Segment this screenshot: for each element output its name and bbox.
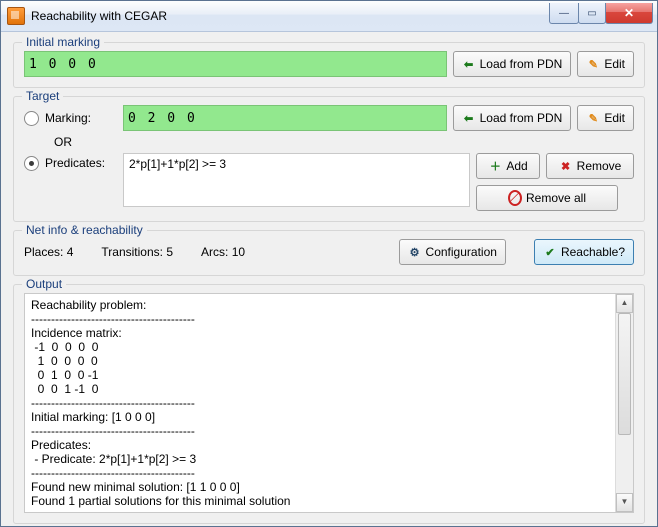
window-title: Reachability with CEGAR	[31, 9, 550, 23]
no-entry-icon: ／	[508, 191, 522, 205]
remove-predicate-button[interactable]: ✖ Remove	[546, 153, 634, 179]
transitions-label: Transitions: 5	[101, 245, 173, 259]
button-label: Reachable?	[561, 245, 625, 259]
scroll-down-icon[interactable]: ▼	[616, 493, 633, 512]
check-icon: ✔	[543, 245, 557, 259]
target-load-button[interactable]: ⬅ Load from PDN	[453, 105, 572, 131]
arrow-left-icon: ⬅	[462, 111, 476, 125]
predicates-label: Predicates:	[45, 156, 117, 170]
scroll-thumb[interactable]	[618, 313, 631, 435]
target-edit-button[interactable]: ✎ Edit	[577, 105, 634, 131]
button-label: Add	[506, 159, 527, 173]
configuration-button[interactable]: ⚙ Configuration	[399, 239, 506, 265]
plus-icon: ＋	[488, 159, 502, 173]
button-label: Configuration	[426, 245, 497, 259]
output-legend: Output	[22, 277, 66, 291]
marking-radio[interactable]	[24, 111, 39, 126]
maximize-button[interactable]: ▭	[578, 3, 606, 24]
predicates-radio[interactable]	[24, 156, 39, 171]
button-label: Load from PDN	[480, 111, 563, 125]
netinfo-legend: Net info & reachability	[22, 223, 147, 237]
button-label: Remove all	[526, 191, 586, 205]
window-controls: — ▭ ✕	[550, 3, 653, 23]
places-label: Places: 4	[24, 245, 73, 259]
pencil-icon: ✎	[586, 57, 600, 71]
marking-label: Marking:	[45, 111, 117, 125]
output-group: Output Reachability problem: -----------…	[13, 284, 645, 524]
app-window: Reachability with CEGAR — ▭ ✕ Initial ma…	[0, 0, 658, 527]
output-box: Reachability problem: ------------------…	[24, 293, 634, 513]
netinfo-group: Net info & reachability Places: 4 Transi…	[13, 230, 645, 276]
button-label: Load from PDN	[480, 57, 563, 71]
reachable-button[interactable]: ✔ Reachable?	[534, 239, 634, 265]
predicates-list[interactable]: 2*p[1]+1*p[2] >= 3	[123, 153, 470, 207]
arrow-left-icon: ⬅	[462, 57, 476, 71]
close-button[interactable]: ✕	[605, 3, 653, 24]
button-label: Edit	[604, 111, 625, 125]
add-predicate-button[interactable]: ＋ Add	[476, 153, 540, 179]
arcs-label: Arcs: 10	[201, 245, 245, 259]
pencil-icon: ✎	[586, 111, 600, 125]
output-scrollbar[interactable]: ▲ ▼	[615, 294, 633, 512]
initial-marking-field[interactable]: 1 0 0 0	[24, 51, 447, 77]
title-bar[interactable]: Reachability with CEGAR — ▭ ✕	[1, 1, 657, 32]
button-label: Remove	[577, 159, 622, 173]
client-area: Initial marking 1 0 0 0 ⬅ Load from PDN …	[1, 32, 657, 526]
or-label: OR	[54, 135, 634, 149]
initial-marking-group: Initial marking 1 0 0 0 ⬅ Load from PDN …	[13, 42, 645, 88]
wand-icon: ⚙	[408, 245, 422, 259]
target-marking-field[interactable]: 0 2 0 0	[123, 105, 447, 131]
output-text[interactable]: Reachability problem: ------------------…	[25, 294, 615, 512]
scroll-up-icon[interactable]: ▲	[616, 294, 633, 313]
remove-all-button[interactable]: ／ Remove all	[476, 185, 618, 211]
target-legend: Target	[22, 89, 63, 103]
initial-load-button[interactable]: ⬅ Load from PDN	[453, 51, 572, 77]
button-label: Edit	[604, 57, 625, 71]
app-icon	[7, 7, 25, 25]
target-group: Target Marking: 0 2 0 0 ⬅ Load from PDN …	[13, 96, 645, 222]
initial-edit-button[interactable]: ✎ Edit	[577, 51, 634, 77]
initial-marking-legend: Initial marking	[22, 35, 104, 49]
minimize-button[interactable]: —	[549, 3, 579, 24]
x-icon: ✖	[559, 159, 573, 173]
